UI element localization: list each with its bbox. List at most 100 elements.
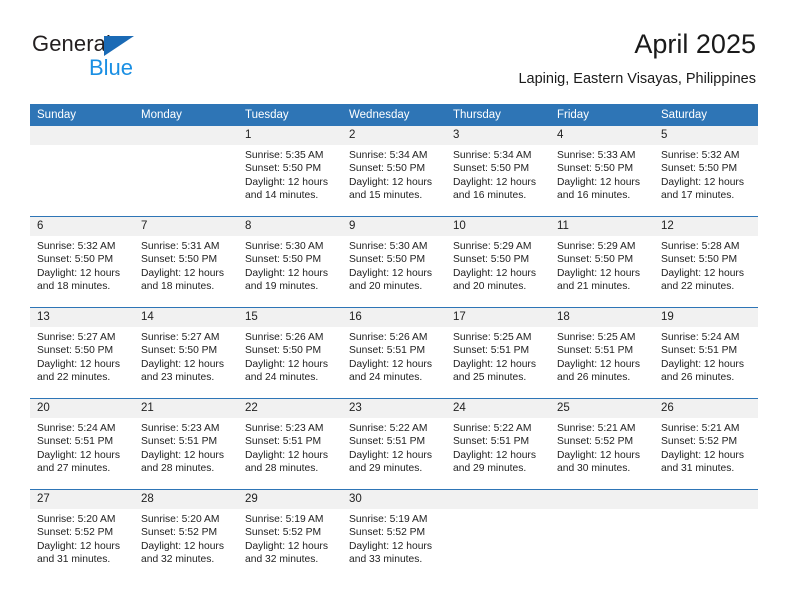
calendar-day-cell[interactable]: 19 Sunrise: 5:24 AM Sunset: 5:51 PM Dayligh…	[654, 307, 758, 399]
day-number: 22	[238, 399, 342, 418]
daylight-text: Daylight: 12 hours and 27 minutes.	[37, 449, 120, 475]
daylight-text: Daylight: 12 hours and 32 minutes.	[141, 540, 224, 566]
day-number: 21	[134, 399, 238, 418]
calendar-day-cell[interactable]: 1 Sunrise: 5:35 AM Sunset: 5:50 PM Daylight…	[238, 126, 342, 217]
sunrise-text: Sunrise: 5:26 AM	[349, 332, 428, 343]
day-number: 24	[446, 399, 550, 418]
sunrise-text: Sunrise: 5:20 AM	[141, 514, 220, 525]
day-info: Sunrise: 5:21 AM Sunset: 5:52 PM Daylight:…	[550, 418, 654, 476]
day-info: Sunrise: 5:28 AM Sunset: 5:50 PM Daylight:…	[654, 236, 758, 294]
calendar-day-cell[interactable]: 26 Sunrise: 5:21 AM Sunset: 5:52 PM Dayligh…	[654, 398, 758, 490]
sunset-text: Sunset: 5:50 PM	[37, 345, 114, 357]
sunset-text: Sunset: 5:51 PM	[453, 345, 530, 357]
day-number: 8	[238, 217, 342, 236]
sunset-text: Sunset: 5:50 PM	[245, 254, 322, 266]
sunrise-text: Sunrise: 5:34 AM	[453, 150, 532, 161]
daylight-text: Daylight: 12 hours and 29 minutes.	[453, 449, 536, 475]
weekday-header-monday: Monday	[134, 104, 238, 126]
day-info: Sunrise: 5:31 AM Sunset: 5:50 PM Daylight:…	[134, 236, 238, 294]
day-number: 9	[342, 217, 446, 236]
calendar-day-cell[interactable]: 12 Sunrise: 5:28 AM Sunset: 5:50 PM Dayligh…	[654, 216, 758, 308]
calendar-day-cell[interactable]: 10 Sunrise: 5:29 AM Sunset: 5:50 PM Dayligh…	[446, 216, 550, 308]
page-title: April 2025	[634, 29, 756, 59]
calendar-day-cell[interactable]: 16 Sunrise: 5:26 AM Sunset: 5:51 PM Dayligh…	[342, 307, 446, 399]
sunset-text: Sunset: 5:52 PM	[37, 527, 114, 539]
calendar-day-cell[interactable]: 18 Sunrise: 5:25 AM Sunset: 5:51 PM Dayligh…	[550, 307, 654, 399]
sunrise-text: Sunrise: 5:25 AM	[453, 332, 532, 343]
sunrise-text: Sunrise: 5:29 AM	[557, 241, 636, 252]
calendar-day-cell[interactable]: 3 Sunrise: 5:34 AM Sunset: 5:50 PM Daylight…	[446, 126, 550, 217]
daylight-text: Daylight: 12 hours and 22 minutes.	[661, 267, 744, 293]
day-number: 10	[446, 217, 550, 236]
daylight-text: Daylight: 12 hours and 32 minutes.	[245, 540, 328, 566]
sunset-text: Sunset: 5:51 PM	[37, 436, 114, 448]
calendar-day-cell[interactable]: 25 Sunrise: 5:21 AM Sunset: 5:52 PM Dayligh…	[550, 398, 654, 490]
calendar-day-cell[interactable]: 9 Sunrise: 5:30 AM Sunset: 5:50 PM Daylight…	[342, 216, 446, 308]
day-number	[550, 490, 654, 509]
calendar-day-cell[interactable]: 15 Sunrise: 5:26 AM Sunset: 5:50 PM Dayligh…	[238, 307, 342, 399]
calendar-day-cell[interactable]: 7 Sunrise: 5:31 AM Sunset: 5:50 PM Daylight…	[134, 216, 238, 308]
day-info: Sunrise: 5:23 AM Sunset: 5:51 PM Daylight:…	[134, 418, 238, 476]
daylight-text: Daylight: 12 hours and 31 minutes.	[37, 540, 120, 566]
sunset-text: Sunset: 5:52 PM	[349, 527, 426, 539]
calendar-day-cell[interactable]: 6 Sunrise: 5:32 AM Sunset: 5:50 PM Daylight…	[30, 216, 134, 308]
calendar-day-cell[interactable]: 14 Sunrise: 5:27 AM Sunset: 5:50 PM Dayligh…	[134, 307, 238, 399]
sunrise-text: Sunrise: 5:30 AM	[245, 241, 324, 252]
calendar-day-cell[interactable]: 28 Sunrise: 5:20 AM Sunset: 5:52 PM Dayligh…	[134, 489, 238, 580]
calendar-day-cell[interactable]: 17 Sunrise: 5:25 AM Sunset: 5:51 PM Dayligh…	[446, 307, 550, 399]
calendar-day-cell[interactable]: 8 Sunrise: 5:30 AM Sunset: 5:50 PM Daylight…	[238, 216, 342, 308]
calendar-week-row: 6 Sunrise: 5:32 AM Sunset: 5:50 PM Daylight…	[30, 216, 758, 308]
calendar-day-cell[interactable]: 27 Sunrise: 5:20 AM Sunset: 5:52 PM Dayligh…	[30, 489, 134, 580]
day-number: 6	[30, 217, 134, 236]
day-info: Sunrise: 5:26 AM Sunset: 5:50 PM Daylight:…	[238, 327, 342, 385]
daylight-text: Daylight: 12 hours and 28 minutes.	[245, 449, 328, 475]
day-number: 27	[30, 490, 134, 509]
day-info: Sunrise: 5:20 AM Sunset: 5:52 PM Daylight:…	[134, 509, 238, 567]
daylight-text: Daylight: 12 hours and 14 minutes.	[245, 176, 328, 202]
calendar-day-cell[interactable]: 23 Sunrise: 5:22 AM Sunset: 5:51 PM Dayligh…	[342, 398, 446, 490]
sunrise-text: Sunrise: 5:22 AM	[349, 423, 428, 434]
daylight-text: Daylight: 12 hours and 21 minutes.	[557, 267, 640, 293]
calendar-day-cell[interactable]: 5 Sunrise: 5:32 AM Sunset: 5:50 PM Daylight…	[654, 126, 758, 217]
calendar-week-row: 13 Sunrise: 5:27 AM Sunset: 5:50 PM Dayligh…	[30, 307, 758, 399]
brand-logo[interactable]: General Blue	[32, 32, 232, 82]
calendar-day-cell[interactable]: 2 Sunrise: 5:34 AM Sunset: 5:50 PM Daylight…	[342, 126, 446, 217]
day-info: Sunrise: 5:34 AM Sunset: 5:50 PM Daylight:…	[446, 145, 550, 203]
sunrise-text: Sunrise: 5:32 AM	[37, 241, 116, 252]
weekday-header-wednesday: Wednesday	[342, 104, 446, 126]
calendar-day-cell[interactable]: 29 Sunrise: 5:19 AM Sunset: 5:52 PM Dayligh…	[238, 489, 342, 580]
weekday-header-friday: Friday	[550, 104, 654, 126]
day-number: 2	[342, 126, 446, 145]
calendar-day-cell[interactable]: 22 Sunrise: 5:23 AM Sunset: 5:51 PM Dayligh…	[238, 398, 342, 490]
calendar-day-cell[interactable]: 13 Sunrise: 5:27 AM Sunset: 5:50 PM Dayligh…	[30, 307, 134, 399]
sunrise-text: Sunrise: 5:20 AM	[37, 514, 116, 525]
daylight-text: Daylight: 12 hours and 30 minutes.	[557, 449, 640, 475]
sunrise-text: Sunrise: 5:35 AM	[245, 150, 324, 161]
calendar-day-cell[interactable]: 4 Sunrise: 5:33 AM Sunset: 5:50 PM Daylight…	[550, 126, 654, 217]
calendar-day-cell[interactable]: 11 Sunrise: 5:29 AM Sunset: 5:50 PM Dayligh…	[550, 216, 654, 308]
daylight-text: Daylight: 12 hours and 18 minutes.	[37, 267, 120, 293]
day-number: 15	[238, 308, 342, 327]
day-number: 11	[550, 217, 654, 236]
calendar-week-row: 27 Sunrise: 5:20 AM Sunset: 5:52 PM Dayligh…	[30, 489, 758, 580]
calendar-day-cell[interactable]: 24 Sunrise: 5:22 AM Sunset: 5:51 PM Dayligh…	[446, 398, 550, 490]
sunset-text: Sunset: 5:52 PM	[661, 436, 738, 448]
sunrise-text: Sunrise: 5:21 AM	[661, 423, 740, 434]
sunrise-text: Sunrise: 5:27 AM	[141, 332, 220, 343]
daylight-text: Daylight: 12 hours and 26 minutes.	[661, 358, 744, 384]
day-number: 1	[238, 126, 342, 145]
sunrise-text: Sunrise: 5:33 AM	[557, 150, 636, 161]
day-info: Sunrise: 5:22 AM Sunset: 5:51 PM Daylight:…	[342, 418, 446, 476]
calendar-day-cell[interactable]: 30 Sunrise: 5:19 AM Sunset: 5:52 PM Dayligh…	[342, 489, 446, 580]
sunrise-text: Sunrise: 5:21 AM	[557, 423, 636, 434]
calendar-day-cell[interactable]: 21 Sunrise: 5:23 AM Sunset: 5:51 PM Dayligh…	[134, 398, 238, 490]
weekday-header-tuesday: Tuesday	[238, 104, 342, 126]
day-number: 17	[446, 308, 550, 327]
day-number: 20	[30, 399, 134, 418]
day-info: Sunrise: 5:33 AM Sunset: 5:50 PM Daylight:…	[550, 145, 654, 203]
daylight-text: Daylight: 12 hours and 16 minutes.	[557, 176, 640, 202]
calendar-table: Sunday Monday Tuesday Wednesday Thursday…	[30, 104, 758, 580]
sunset-text: Sunset: 5:50 PM	[661, 163, 738, 175]
day-number: 5	[654, 126, 758, 145]
calendar-day-cell[interactable]: 20 Sunrise: 5:24 AM Sunset: 5:51 PM Dayligh…	[30, 398, 134, 490]
